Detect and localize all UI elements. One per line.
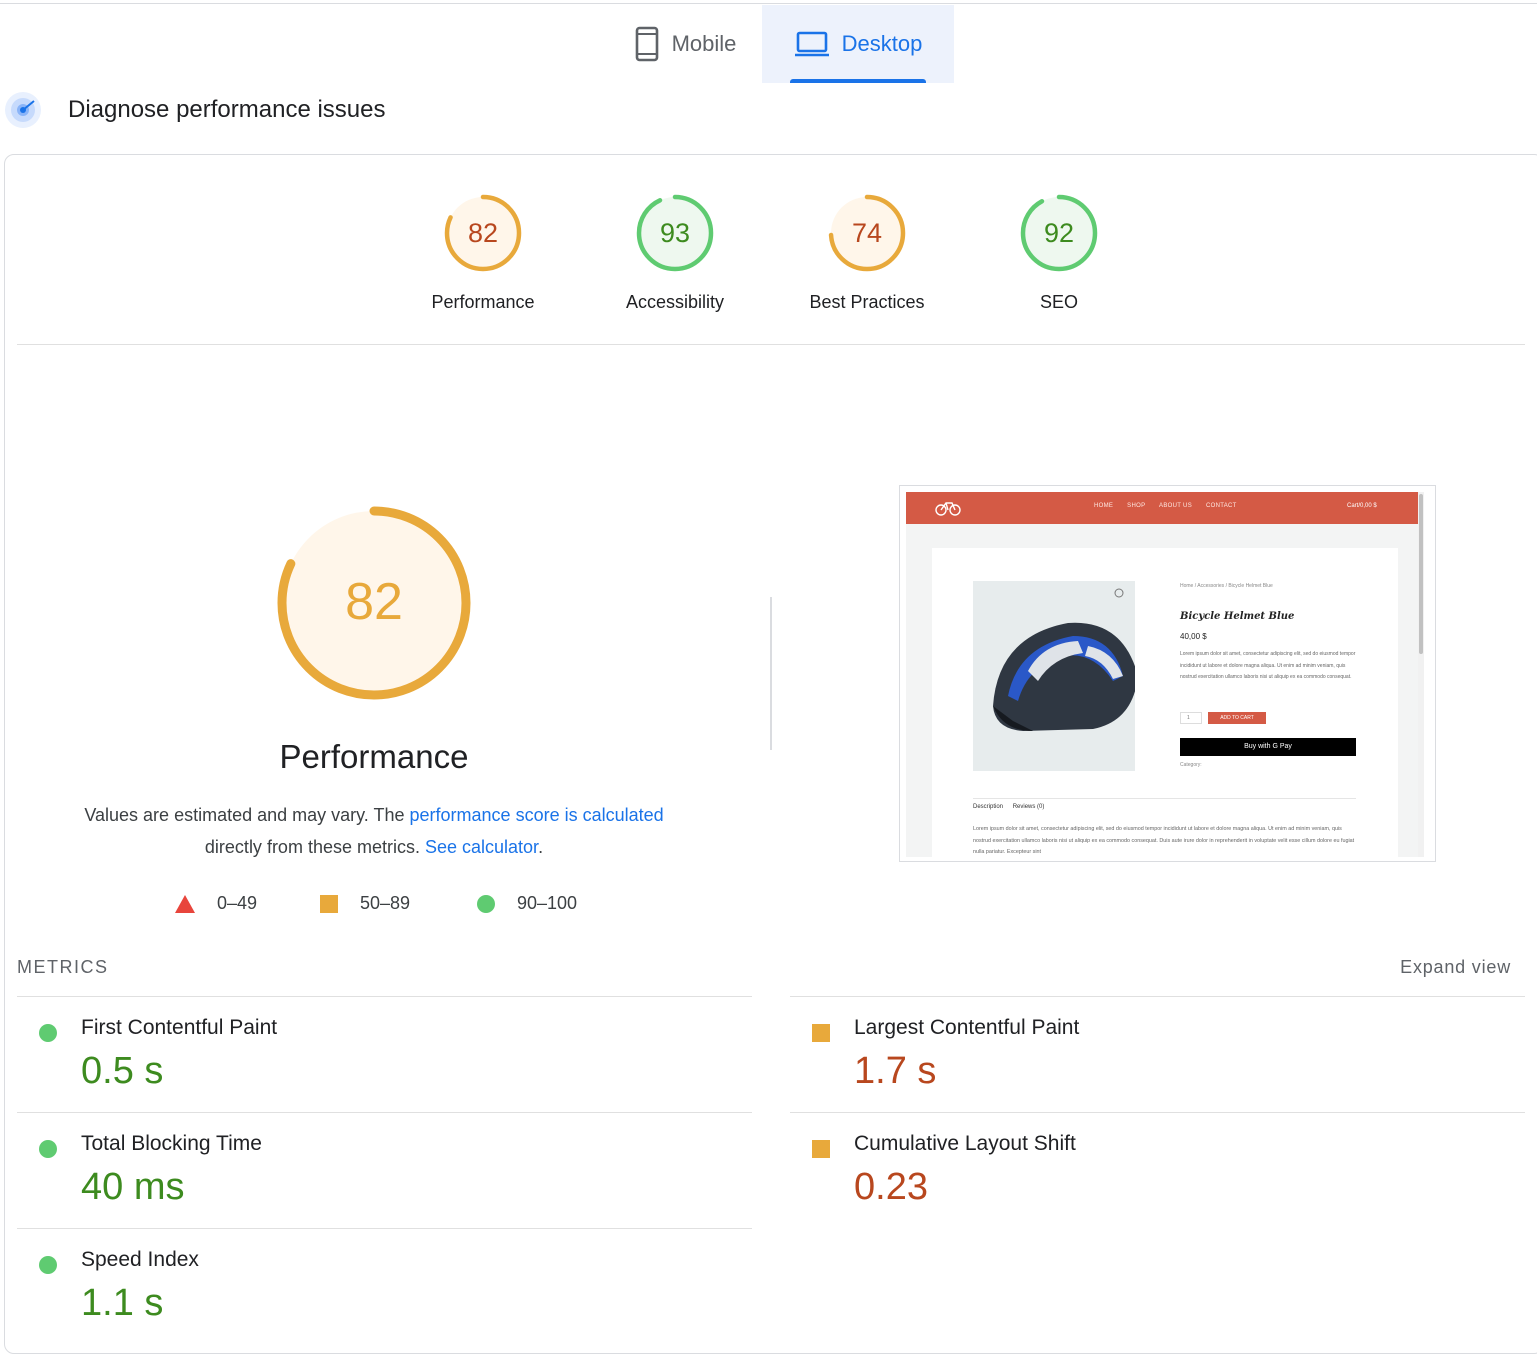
metric-value: 1.7 s: [854, 1050, 937, 1092]
screenshot-price: 40,00 $: [1180, 632, 1207, 641]
gauge-score: 92: [1044, 218, 1074, 248]
active-tab-indicator: [790, 79, 926, 83]
screenshot-page: HOME SHOP ABOUT US CONTACT Cart/0,00 $ H…: [906, 492, 1424, 857]
screenshot-nav-item: HOME: [1094, 503, 1114, 509]
screenshot-content: Home / Accessories / Bicycle Helmet Blue…: [932, 548, 1398, 857]
screenshot-description: Lorem ipsum dolor sit amet, consectetur …: [1180, 651, 1356, 680]
legend-average: 50–89: [320, 893, 410, 914]
metrics-divider: [17, 996, 752, 997]
tab-mobile-label: Mobile: [671, 31, 737, 56]
metric-name: Total Blocking Time: [81, 1132, 262, 1155]
screenshot-breadcrumb: Home / Accessories / Bicycle Helmet Blue: [1180, 583, 1273, 589]
metric-name: Largest Contentful Paint: [854, 1016, 1080, 1039]
radar-icon: [5, 92, 41, 128]
performance-description: Values are estimated and may vary. The p…: [54, 799, 694, 863]
metrics-heading: METRICS: [17, 957, 109, 977]
expand-view-button[interactable]: Expand view: [1400, 957, 1511, 978]
screenshot-nav: HOME SHOP ABOUT US CONTACT: [1094, 503, 1249, 509]
screenshot-site-header: HOME SHOP ABOUT US CONTACT Cart/0,00 $: [906, 492, 1424, 524]
metric-value: 1.1 s: [81, 1282, 164, 1324]
gauge-ring: 93: [636, 194, 714, 272]
top-divider: [0, 3, 1537, 4]
desc-text: Values are estimated and may vary. The: [84, 805, 410, 825]
metric-name: First Contentful Paint: [81, 1016, 278, 1039]
gauge-label: Performance: [431, 292, 535, 312]
pass-circle-icon: [39, 1024, 57, 1042]
performance-title: Performance: [279, 738, 469, 775]
helmet-icon: [993, 588, 1138, 731]
tab-desktop[interactable]: Desktop: [762, 5, 954, 83]
tab-mobile[interactable]: Mobile: [610, 5, 760, 83]
gauge-label: Accessibility: [625, 292, 725, 312]
gauge-score: 82: [468, 218, 498, 248]
screenshot-nav-item: SHOP: [1127, 503, 1146, 509]
gauge-score: 74: [852, 218, 882, 248]
screenshot-qty: 1: [1180, 712, 1202, 724]
diagnose-title: Diagnose performance issues: [68, 96, 386, 123]
device-tabs: Mobile Desktop: [0, 5, 1537, 83]
screenshot-scrollbar: [1418, 492, 1424, 857]
score-calculated-link[interactable]: performance score is calculated: [410, 805, 664, 825]
gauge-seo[interactable]: 92 SEO: [989, 192, 1129, 313]
metric-value: 0.23: [854, 1166, 928, 1208]
screenshot-add-to-cart: ADD TO CART: [1208, 712, 1266, 724]
gauge-label: SEO: [1039, 292, 1078, 312]
pass-circle-icon: [39, 1140, 57, 1158]
tab-desktop-label: Desktop: [841, 31, 923, 56]
screenshot-category: Category:: [1180, 762, 1202, 768]
bicycle-icon: [935, 502, 961, 516]
triangle-icon: [175, 894, 195, 913]
phone-icon: [635, 26, 658, 62]
metric-value: 0.5 s: [81, 1050, 164, 1092]
metrics-divider: [17, 1112, 752, 1113]
final-screenshot[interactable]: HOME SHOP ABOUT US CONTACT Cart/0,00 $ H…: [899, 485, 1436, 862]
average-square-icon: [812, 1024, 830, 1042]
metrics-divider: [17, 1228, 752, 1229]
screenshot-divider: [973, 798, 1356, 799]
gauge-accessibility[interactable]: 93 Accessibility: [605, 192, 745, 313]
square-icon: [320, 894, 338, 913]
screenshot-cart: Cart/0,00 $: [1347, 503, 1377, 509]
vertical-divider: [770, 597, 772, 750]
metric-value: 40 ms: [81, 1166, 185, 1208]
gauge-ring: 92: [1020, 194, 1098, 272]
screenshot-long-text: Lorem ipsum dolor sit amet, consectetur …: [973, 826, 1355, 855]
gauge-ring: 74: [828, 194, 906, 272]
gauge-performance[interactable]: 82 Performance: [413, 192, 553, 313]
metric-name: Cumulative Layout Shift: [854, 1132, 1076, 1155]
desc-text: directly from these metrics.: [204, 837, 425, 857]
gauge-label: Best Practices: [809, 292, 925, 312]
diagnose-header: Diagnose performance issues: [4, 90, 386, 130]
metric-name: Speed Index: [81, 1248, 199, 1271]
helmet-image: [973, 581, 1138, 771]
circle-icon: [477, 894, 495, 913]
section-divider: [17, 344, 1525, 345]
legend-pass: 90–100: [477, 893, 577, 914]
see-calculator-link[interactable]: See calculator: [425, 837, 538, 857]
gauge-best-practices[interactable]: 74 Best Practices: [797, 192, 937, 313]
legend-fail: 0–49: [175, 893, 257, 914]
legend-range: 50–89: [360, 893, 411, 913]
pass-circle-icon: [39, 1256, 57, 1274]
gauge-score: 93: [660, 218, 690, 248]
screenshot-tab: Description: [973, 804, 1004, 810]
screenshot-tabs: Description Reviews (0): [973, 804, 1052, 810]
laptop-icon: [794, 31, 829, 57]
scrollbar-thumb: [1419, 494, 1423, 654]
legend-range: 0–49: [217, 893, 258, 913]
screenshot-product-name: Bicycle Helmet Blue: [1180, 611, 1295, 622]
gauge-ring: 82: [444, 194, 522, 272]
metrics-divider: [790, 1112, 1525, 1113]
screenshot-nav-item: CONTACT: [1205, 503, 1237, 509]
performance-score-large: 82: [345, 573, 403, 631]
desc-text: .: [538, 837, 544, 857]
screenshot-nav-item: ABOUT US: [1159, 503, 1192, 509]
screenshot-gpay-button: Buy with G Pay: [1180, 738, 1356, 756]
score-gauges: 82 Performance 93 Accessibility 74 Best …: [0, 192, 1537, 322]
average-square-icon: [812, 1140, 830, 1158]
screenshot-tab: Reviews (0): [1012, 804, 1045, 810]
legend-range: 90–100: [517, 893, 578, 913]
performance-gauge-large: 82: [277, 506, 471, 700]
metrics-divider: [790, 996, 1525, 997]
